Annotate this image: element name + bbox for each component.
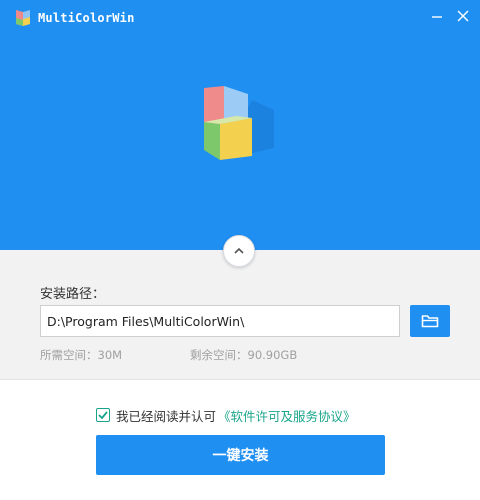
folder-icon	[421, 315, 439, 328]
close-icon	[457, 10, 469, 22]
browse-folder-button[interactable]	[410, 305, 450, 337]
required-space-text: 所需空间：30M	[40, 348, 123, 362]
window-title: MultiColorWin	[38, 11, 135, 25]
license-agreement-link[interactable]: 《软件许可及服务协议》	[218, 406, 356, 425]
checkmark-icon	[98, 411, 108, 420]
close-button[interactable]	[452, 6, 474, 26]
minimize-icon	[432, 16, 442, 18]
folder-logo-icon	[204, 86, 274, 160]
install-button[interactable]: 一键安装	[96, 435, 385, 475]
install-path-label: 安装路径：	[40, 287, 106, 302]
app-logo-icon	[16, 10, 30, 26]
minimize-button[interactable]	[426, 6, 448, 26]
header-banner: MultiColorWin	[0, 0, 480, 250]
agreement-row: 我已经阅读并认可 《软件许可及服务协议》	[96, 405, 356, 425]
free-space-text: 剩余空间：90.90GB	[190, 348, 298, 362]
agreement-checkbox[interactable]	[96, 408, 110, 422]
install-path-input[interactable]	[40, 305, 400, 337]
install-panel: 安装路径： 所需空间：30M 剩余空间：90.90GB	[0, 250, 480, 380]
chevron-up-icon	[234, 247, 244, 254]
agreement-text: 我已经阅读并认可	[116, 408, 217, 424]
collapse-button[interactable]	[223, 235, 255, 267]
